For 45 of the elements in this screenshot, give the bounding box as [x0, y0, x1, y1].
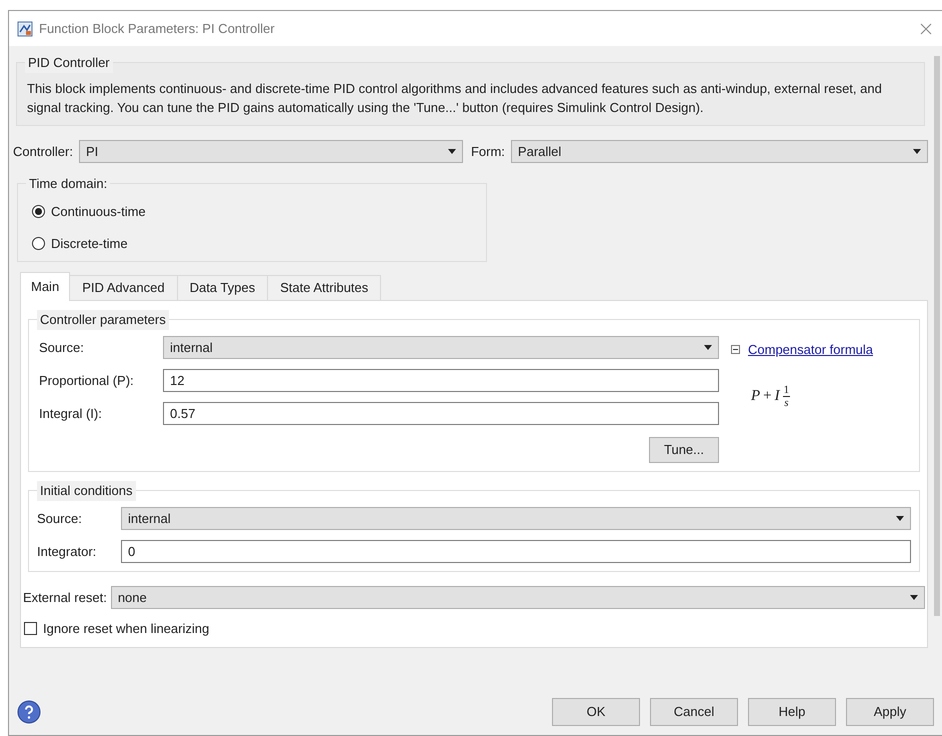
dropdown[interactable]: internal — [163, 336, 719, 359]
dropdown[interactable]: PI — [78, 140, 463, 163]
field-label: Source: — [39, 338, 85, 357]
field-label: Integral (I): — [39, 404, 103, 423]
description-text: This block implements continuous- and discrete-time PID control algorithms and includes advanced features such as anti-windup, external reset, and signal tracking. You can tune the PID gains automatically using the 'Tune...' button (requires Simulink Control Design). — [27, 80, 883, 117]
radio-button[interactable] — [32, 205, 45, 218]
checkbox-label: Ignore reset when linearizing — [43, 620, 210, 638]
field-label: Controller: — [13, 142, 73, 161]
tune-button[interactable]: Tune... — [649, 437, 719, 463]
compensator-formula-link[interactable]: Compensator formula — [748, 340, 873, 360]
field-label: Proportional (P): — [39, 372, 135, 390]
group-title: Initial conditions — [37, 481, 136, 500]
input-field[interactable]: 12 — [163, 369, 719, 392]
block-icon — [17, 20, 33, 36]
dropdown[interactable]: internal — [121, 507, 911, 530]
tab[interactable]: PID Advanced — [70, 275, 178, 300]
field-label: External reset: — [23, 588, 107, 607]
radio-button[interactable] — [32, 236, 45, 250]
tab[interactable]: Main — [20, 272, 70, 301]
group-title: Controller parameters — [37, 310, 169, 330]
dialog-button[interactable]: Apply — [846, 698, 934, 726]
window-title: Function Block Parameters: PI Controller — [39, 20, 276, 38]
dialog-button[interactable]: Cancel — [650, 698, 738, 726]
dropdown[interactable]: none — [110, 586, 925, 609]
dialog-button[interactable]: OK — [552, 698, 640, 726]
tab[interactable]: State Attributes — [268, 275, 382, 300]
tab[interactable]: Data Types — [178, 275, 268, 300]
dialog-button[interactable]: Help — [748, 698, 836, 726]
collapse-toggle[interactable] — [731, 345, 740, 354]
radio-option[interactable]: Continuous-time — [32, 202, 472, 222]
radio-option[interactable]: Discrete-time — [32, 234, 472, 253]
field-label: Form: — [470, 142, 505, 161]
dropdown-arrow-icon — [896, 516, 904, 521]
field-label: Integrator: — [37, 542, 98, 561]
input-field[interactable]: 0 — [121, 540, 911, 563]
close-icon[interactable] — [920, 22, 932, 34]
dropdown-arrow-icon — [448, 149, 456, 154]
dropdown-arrow-icon — [913, 149, 921, 154]
dropdown-arrow-icon — [704, 345, 712, 350]
dropdown-arrow-icon — [910, 595, 918, 600]
dropdown[interactable]: Parallel — [510, 140, 928, 163]
help-icon[interactable] — [17, 700, 41, 724]
input-field[interactable]: 0.57 — [163, 402, 719, 425]
field-label: Source: — [37, 510, 83, 528]
checkbox[interactable] — [24, 622, 37, 636]
